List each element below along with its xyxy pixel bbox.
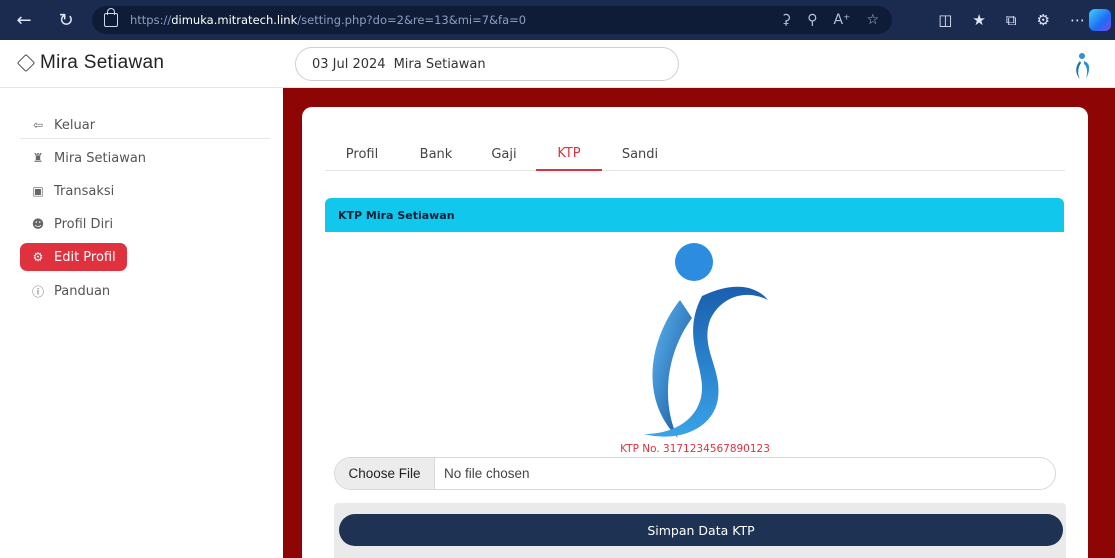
date-text: 03 Jul 2024 bbox=[312, 56, 386, 72]
sidebar-item-label: Edit Profil bbox=[54, 249, 116, 265]
favorites-list-icon[interactable]: ★ bbox=[972, 11, 985, 29]
gear-icon: ⚙ bbox=[32, 250, 44, 264]
lock-icon bbox=[104, 8, 118, 27]
sidebar-item-edit-profil[interactable]: ⚙ Edit Profil bbox=[20, 243, 127, 271]
ktp-number: KTP No. 3171234567890123 bbox=[620, 443, 770, 455]
panel-title: KTP Mira Setiawan bbox=[325, 198, 1064, 232]
sidebar-item-transaksi[interactable]: ▣ Transaksi bbox=[20, 177, 270, 205]
tab-gaji[interactable]: Gaji bbox=[482, 137, 526, 171]
file-status: No file chosen bbox=[444, 466, 530, 481]
ktp-image bbox=[644, 243, 768, 438]
user-text: Mira Setiawan bbox=[393, 56, 486, 72]
extensions-icon[interactable]: ⚙ bbox=[1037, 11, 1050, 29]
address-bar[interactable]: https://dimuka.mitratech.link/setting.ph… bbox=[92, 6, 892, 34]
sidebar-item-label: Profil Diri bbox=[54, 216, 114, 232]
cube-icon bbox=[16, 53, 36, 73]
person-icon: ☻ bbox=[31, 217, 45, 231]
favorite-star-icon[interactable]: ☆ bbox=[866, 12, 879, 28]
sidebar-item-label: Keluar bbox=[54, 117, 96, 133]
sidebar-item-label: Mira Setiawan bbox=[54, 150, 147, 166]
choose-file-button[interactable]: Choose File bbox=[335, 458, 435, 489]
user-solid-icon: ♜ bbox=[32, 151, 44, 165]
file-input[interactable]: Choose File No file chosen bbox=[334, 457, 1056, 490]
tab-profil[interactable]: Profil bbox=[335, 137, 389, 171]
tab-bank[interactable]: Bank bbox=[409, 137, 463, 171]
zoom-icon[interactable]: ⚲ bbox=[807, 12, 817, 28]
sidebar-item-panduan[interactable]: ⓘ Panduan bbox=[20, 277, 270, 305]
tab-ktp[interactable]: KTP bbox=[536, 137, 602, 171]
app-header: Mira Setiawan 03 Jul 2024 Mira Setiawan bbox=[0, 40, 1115, 88]
date-user-box: 03 Jul 2024 Mira Setiawan bbox=[295, 47, 679, 81]
help-icon: ⓘ bbox=[32, 284, 45, 299]
key-icon[interactable]: ⚳ bbox=[781, 12, 791, 28]
back-icon[interactable]: ← bbox=[14, 10, 34, 31]
logout-icon: ⇦ bbox=[32, 118, 44, 132]
sidebar-item-keluar[interactable]: ⇦ Keluar bbox=[20, 111, 270, 139]
more-icon[interactable]: ⋯ bbox=[1070, 11, 1085, 29]
save-ktp-button[interactable]: Simpan Data KTP bbox=[339, 514, 1063, 546]
collections-icon[interactable]: ⧉ bbox=[1006, 11, 1017, 29]
sidebar-item-profil-diri[interactable]: ☻ Profil Diri bbox=[20, 210, 270, 238]
copilot-icon[interactable] bbox=[1089, 9, 1111, 31]
brand[interactable]: Mira Setiawan bbox=[16, 52, 165, 74]
tab-sandi[interactable]: Sandi bbox=[611, 137, 669, 171]
brand-name: Mira Setiawan bbox=[40, 52, 165, 73]
app-logo-icon bbox=[1076, 53, 1090, 79]
tab-bar: Profil Bank Gaji KTP Sandi bbox=[325, 137, 1065, 171]
split-screen-icon[interactable]: ◫ bbox=[938, 11, 952, 29]
sidebar-divider bbox=[20, 138, 270, 139]
reload-icon[interactable]: ↻ bbox=[56, 10, 76, 31]
read-aloud-icon[interactable]: A⁺ bbox=[833, 12, 850, 28]
url-text: https://dimuka.mitratech.link/setting.ph… bbox=[130, 13, 527, 27]
card-icon: ▣ bbox=[32, 184, 44, 198]
sidebar-item-label: Panduan bbox=[54, 283, 111, 299]
sidebar-item-label: Transaksi bbox=[54, 183, 115, 199]
sidebar-item-user[interactable]: ♜ Mira Setiawan bbox=[20, 144, 270, 172]
browser-toolbar: ← ↻ https://dimuka.mitratech.link/settin… bbox=[0, 0, 1115, 40]
